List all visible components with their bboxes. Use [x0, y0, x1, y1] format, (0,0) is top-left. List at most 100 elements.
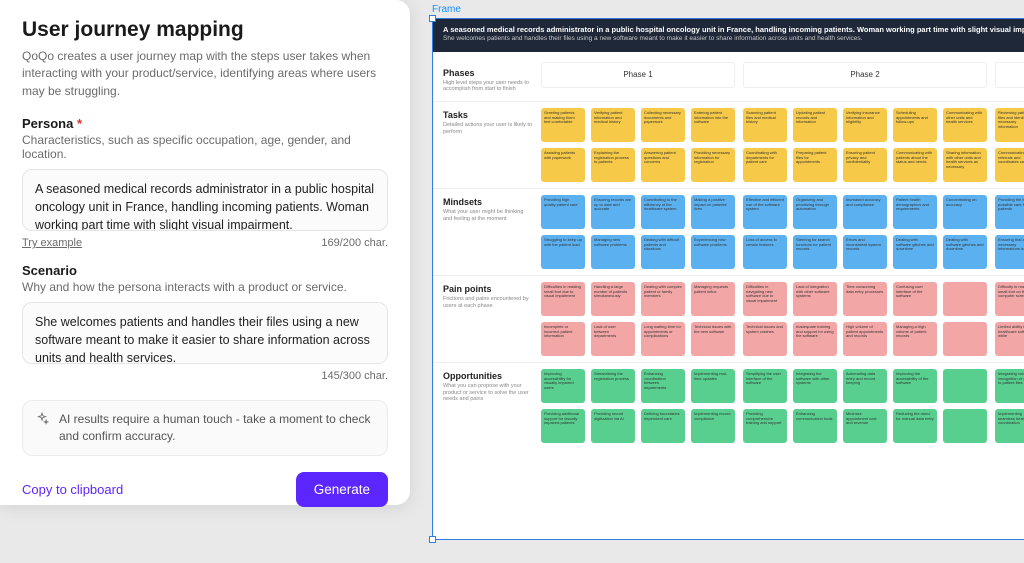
- journey-card[interactable]: Communicating with referrals and coordin…: [995, 148, 1024, 182]
- journey-card[interactable]: Improving the accessibility of the softw…: [893, 369, 937, 403]
- journey-card[interactable]: Contributing to the efficiency of the he…: [641, 195, 685, 229]
- resize-handle-tl[interactable]: [429, 15, 436, 22]
- journey-card[interactable]: Assisting patients with paperwork: [541, 148, 585, 182]
- journey-card[interactable]: Technical issues with the new software: [691, 322, 735, 356]
- scenario-textarea[interactable]: [22, 302, 388, 364]
- journey-card[interactable]: Communicating with other units and healt…: [943, 108, 987, 142]
- ai-note: AI results require a human touch - take …: [22, 400, 388, 456]
- journey-card[interactable]: Ensuring patient privacy and confidentia…: [843, 148, 887, 182]
- journey-card[interactable]: Updating patient records and information: [793, 108, 837, 142]
- persona-textarea[interactable]: [22, 169, 388, 231]
- journey-card[interactable]: Limited ability if healthcare software w…: [995, 322, 1024, 356]
- journey-card[interactable]: Making a positive impact on patients' li…: [691, 195, 735, 229]
- journey-card[interactable]: Simplifying the user interface of the so…: [743, 369, 787, 403]
- journey-card[interactable]: Greeting patients and making them feel c…: [541, 108, 585, 142]
- journey-card[interactable]: Providing the best possible care for pat…: [995, 195, 1024, 229]
- journey-card[interactable]: Providing comprehensive training and sup…: [743, 409, 787, 443]
- journey-card[interactable]: Organizing and prioritizing through auto…: [793, 195, 837, 229]
- journey-card[interactable]: Enhancing communication tools: [793, 409, 837, 443]
- generate-button[interactable]: Generate: [296, 472, 388, 507]
- copy-to-clipboard-link[interactable]: Copy to clipboard: [22, 482, 123, 497]
- resize-handle-bl[interactable]: [429, 536, 436, 543]
- row-title: Pain points: [443, 284, 533, 294]
- journey-card[interactable]: [943, 369, 987, 403]
- journey-card[interactable]: Difficulties in navigating new software …: [743, 282, 787, 316]
- journey-card[interactable]: Verifying insurance information and elig…: [843, 108, 887, 142]
- journey-card[interactable]: Reviewing patient files and identifying …: [995, 108, 1024, 142]
- journey-card[interactable]: [943, 322, 987, 356]
- journey-card[interactable]: Implementing seamless healthcare coordin…: [995, 409, 1024, 443]
- journey-card[interactable]: Increased accuracy and compliance: [843, 195, 887, 229]
- journey-card[interactable]: Lack of integration with other software …: [793, 282, 837, 316]
- journey-card[interactable]: Dealing with software glitches and downt…: [893, 235, 937, 269]
- journey-card[interactable]: Difficulties in reading small font due t…: [541, 282, 585, 316]
- journey-card[interactable]: [943, 409, 987, 443]
- journey-card[interactable]: Enhancing coordination between departmen…: [641, 369, 685, 403]
- journey-card[interactable]: Automating data entry and record keeping: [843, 369, 887, 403]
- scenario-label: Scenario: [22, 263, 388, 278]
- journey-card[interactable]: Sharing information with other units and…: [943, 148, 987, 182]
- journey-card[interactable]: Struggling to keep up with the patient l…: [541, 235, 585, 269]
- journey-card[interactable]: Long waiting time for appointments or co…: [641, 322, 685, 356]
- journey-card[interactable]: Defining boundaries dependent care: [641, 409, 685, 443]
- journey-card[interactable]: Providing necessary information for regi…: [691, 148, 735, 182]
- journey-card[interactable]: Ensuring that all necessary informations…: [995, 235, 1024, 269]
- sparkle-icon: [35, 412, 49, 426]
- journey-card[interactable]: Preparing patient files for appointments: [793, 148, 837, 182]
- phase-header[interactable]: Phase 2: [743, 62, 987, 88]
- journey-card[interactable]: Managing requests patient influx: [691, 282, 735, 316]
- journey-card[interactable]: Experiencing new software problems: [691, 235, 735, 269]
- journey-card[interactable]: Patient health demographics and requirem…: [893, 195, 937, 229]
- journey-card[interactable]: Inadequate training and support for usin…: [793, 322, 837, 356]
- journey-card[interactable]: Coordinating with departments for patien…: [743, 148, 787, 182]
- persona-label: Persona *: [22, 116, 388, 131]
- journey-card[interactable]: Integrating voice recognition or other t…: [995, 369, 1024, 403]
- phase-header[interactable]: [995, 62, 1024, 88]
- journey-card[interactable]: High volume of patient appointments and …: [843, 322, 887, 356]
- journey-card[interactable]: Handling a large number of patients simu…: [591, 282, 635, 316]
- journey-card[interactable]: Implementing record compliance: [691, 409, 735, 443]
- persona-counter: 169/200 char.: [321, 237, 388, 249]
- journey-card[interactable]: Improving accessibility for visually imp…: [541, 369, 585, 403]
- journey-card[interactable]: Managing new software problems: [591, 235, 635, 269]
- journey-card[interactable]: Steering for search functions for patien…: [793, 235, 837, 269]
- phase-header[interactable]: Phase 1: [541, 62, 735, 88]
- journey-card[interactable]: Technical issues and system crashes: [743, 322, 787, 356]
- journey-card[interactable]: Dealing with difficult patients and situ…: [641, 235, 685, 269]
- journey-card[interactable]: Answering patient questions and concerns: [641, 148, 685, 182]
- journey-card[interactable]: Ensuring records are up to date and accu…: [591, 195, 635, 229]
- journey-card[interactable]: Scheduling appointments and follow-ups: [893, 108, 937, 142]
- journey-card[interactable]: Lack of user between departments: [591, 322, 635, 356]
- journey-card[interactable]: Explaining the registration process to p…: [591, 148, 635, 182]
- journey-card[interactable]: Dealing with complex patient or family m…: [641, 282, 685, 316]
- journey-card[interactable]: Dealing with software glitches and downt…: [943, 235, 987, 269]
- journey-card[interactable]: Providing high quality patient care: [541, 195, 585, 229]
- side-panel: User journey mapping QoQo creates a user…: [0, 0, 410, 505]
- journey-card[interactable]: Incomplete or incorrect patient informat…: [541, 322, 585, 356]
- journey-card[interactable]: Managing a high volume of patient record…: [893, 322, 937, 356]
- journey-card[interactable]: Scanning patient files and medical histo…: [743, 108, 787, 142]
- try-example-link[interactable]: Try example: [22, 237, 82, 249]
- journey-card[interactable]: Minimize appointment cost and revenue: [843, 409, 887, 443]
- journey-card[interactable]: Errors and inconsistent system records: [843, 235, 887, 269]
- journey-card[interactable]: Loss of access to certain features: [743, 235, 787, 269]
- journey-card[interactable]: Concentrating on accuracy: [943, 195, 987, 229]
- journey-card[interactable]: Implementing real-time updates: [691, 369, 735, 403]
- journey-card[interactable]: Reducing the need for manual data entry: [893, 409, 937, 443]
- journey-card[interactable]: Communicating with patients about the st…: [893, 148, 937, 182]
- journey-card[interactable]: Providing additional support for visuall…: [541, 409, 585, 443]
- frame-label[interactable]: Frame: [432, 4, 461, 15]
- journey-card[interactable]: Time consuming data entry processes: [843, 282, 887, 316]
- journey-card[interactable]: Difficulty in reading small font on the …: [995, 282, 1024, 316]
- journey-card[interactable]: Verifying patient information and medica…: [591, 108, 635, 142]
- journey-card[interactable]: Streamlining the registration process: [591, 369, 635, 403]
- journey-card[interactable]: Providing record digitization via AI: [591, 409, 635, 443]
- journey-card[interactable]: [943, 282, 987, 316]
- journey-card[interactable]: Integrating the software with other syst…: [793, 369, 837, 403]
- journey-card[interactable]: Effective and efficient use of the softw…: [743, 195, 787, 229]
- journey-card[interactable]: Confusing user interface of the software: [893, 282, 937, 316]
- journey-frame[interactable]: A seasoned medical records administrator…: [432, 18, 1024, 540]
- journey-card[interactable]: Collecting necessary documents and paper…: [641, 108, 685, 142]
- canvas[interactable]: Frame A seasoned medical records adminis…: [418, 0, 1024, 563]
- journey-card[interactable]: Entering patient information into the so…: [691, 108, 735, 142]
